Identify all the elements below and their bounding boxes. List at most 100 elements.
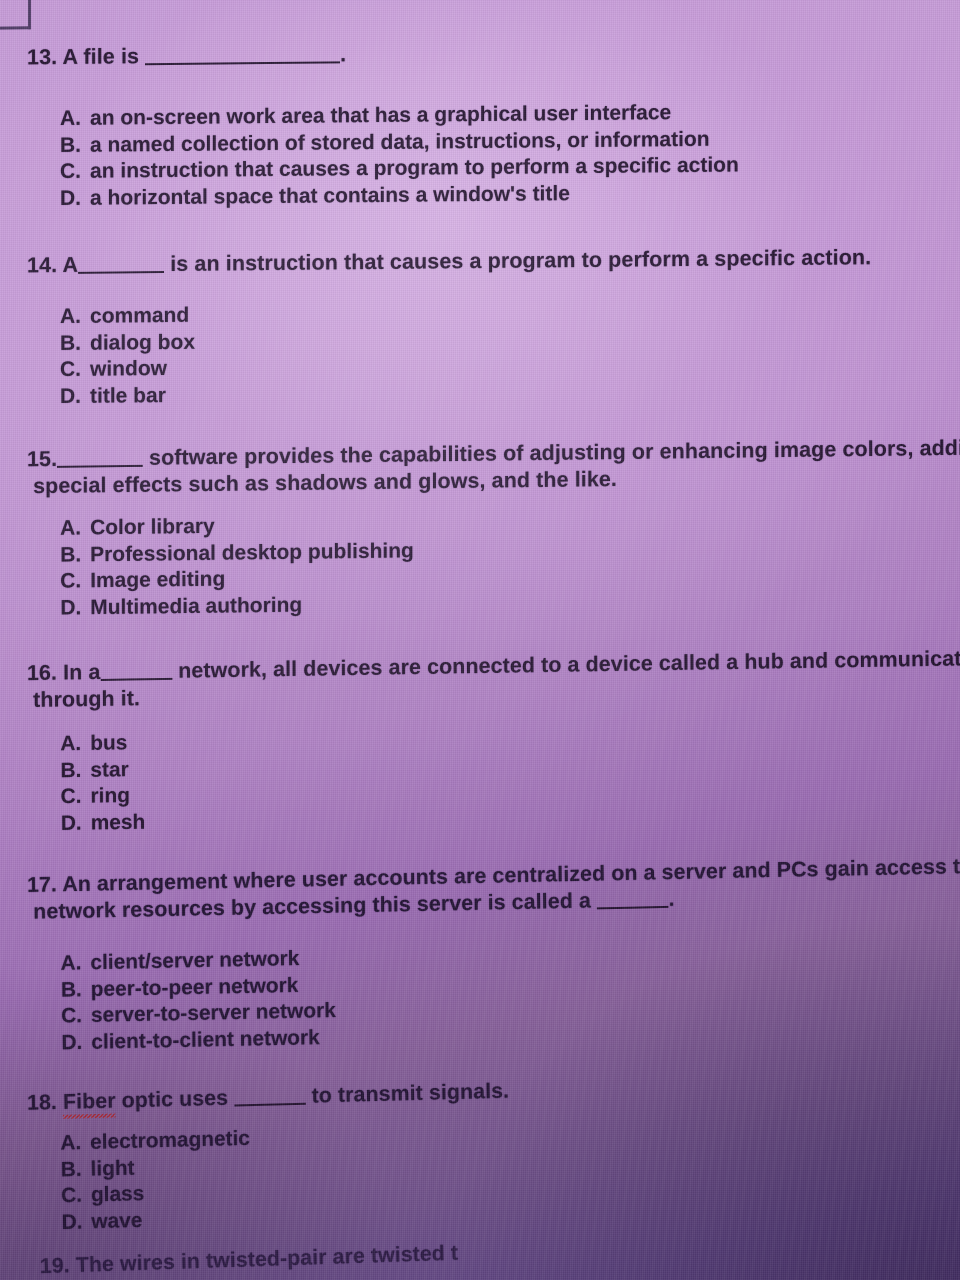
option-b-text: dialog box [90, 330, 196, 355]
option-b-label: B. [60, 977, 82, 1002]
quiz-document: 13. A file is . A. an on-screen work area… [0, 0, 960, 1280]
question-14-number: 14. [27, 253, 58, 278]
question-16: 16. In a network, all devices are connec… [0, 645, 960, 834]
option-d-text: mesh [90, 810, 146, 834]
question-18-stem-text: optic uses [121, 1085, 229, 1113]
option-d-label: D. [60, 384, 82, 408]
option-d[interactable]: D. mesh [61, 809, 146, 837]
option-c-label: C. [60, 569, 82, 593]
option-c-text: window [90, 356, 168, 381]
option-b-text: Professional desktop publishing [90, 538, 414, 566]
option-d-label: D. [60, 186, 82, 210]
option-d[interactable]: D. wave [61, 1205, 251, 1236]
option-d-label: D. [61, 1210, 83, 1234]
option-c[interactable]: C. window [60, 356, 195, 384]
option-c-label: C. [61, 1004, 83, 1028]
option-a-label: A. [60, 732, 82, 756]
option-d[interactable]: D. client-to-client network [61, 1024, 336, 1056]
question-13-stem: 13. A file is . [0, 35, 960, 72]
question-14-stem-tail: is an instruction that causes a program … [170, 245, 872, 276]
option-b-label: B. [60, 133, 82, 157]
option-b-text: peer-to-peer network [90, 973, 299, 1001]
question-15-number: 15. [26, 446, 58, 472]
option-a-label: A. [60, 516, 82, 540]
option-a-label: A. [60, 304, 82, 329]
question-14-blank[interactable] [78, 255, 165, 274]
option-b[interactable]: B. star [60, 756, 145, 784]
option-d-text: Multimedia authoring [90, 593, 303, 619]
question-17-options: A. client/server network B. peer-to-peer n… [60, 945, 336, 1056]
question-18-blank[interactable] [234, 1086, 306, 1107]
question-18-options: A. electromagnetic B. light C. glass D. wave [60, 1126, 251, 1236]
option-d-label: D. [61, 1030, 83, 1054]
question-17-blank[interactable] [596, 890, 669, 910]
question-19-number: 19. [39, 1253, 71, 1279]
spellcheck-flagged-word: Fiber [62, 1088, 116, 1114]
question-18-stem: 18. Fiber optic uses to transmit signals… [0, 1065, 960, 1117]
option-c-text: an instruction that causes a program to … [90, 153, 739, 183]
question-15: 15. software provides the capabilities o… [0, 434, 960, 619]
option-a[interactable]: A. bus [60, 730, 145, 758]
question-14: 14. A is an instruction that causes a pr… [0, 243, 960, 407]
question-15-options: A. Color library B. Professional desktop p… [60, 511, 414, 621]
option-b[interactable]: B. dialog box [60, 329, 195, 357]
question-16-stem-text: In a [63, 660, 101, 685]
option-d-text: title bar [90, 383, 166, 408]
option-c-label: C. [60, 784, 82, 809]
option-c-label: C. [61, 1183, 83, 1208]
option-b[interactable]: B. Professional desktop publishing [60, 538, 414, 569]
option-d[interactable]: D. title bar [60, 382, 195, 410]
question-14-stem: 14. A is an instruction that causes a pr… [0, 243, 960, 280]
option-c-text: Image editing [90, 567, 226, 593]
question-18: 18. Fiber optic uses to transmit signals… [0, 1065, 960, 1234]
question-16-blank[interactable] [100, 661, 173, 681]
option-b-text: light [90, 1156, 135, 1181]
option-c-text: glass [90, 1182, 145, 1207]
option-d-label: D. [60, 811, 82, 835]
option-a-text: Color library [90, 514, 215, 540]
question-16-options: A. bus B. star C. ring D. mesh [60, 730, 145, 837]
option-a-text: bus [90, 731, 128, 755]
question-16-number: 16. [26, 660, 58, 686]
question-14-stem-text: A [62, 252, 79, 277]
option-c-label: C. [60, 159, 82, 184]
option-b-label: B. [60, 1157, 82, 1181]
option-b-label: B. [60, 542, 82, 567]
question-17-stem-line2-tail: . [668, 886, 675, 911]
option-d-text: client-to-client network [91, 1025, 320, 1054]
option-b-text: a named collection of stored data, instr… [90, 127, 710, 157]
option-d[interactable]: D. Multimedia authoring [60, 591, 414, 622]
question-13-blank[interactable] [145, 45, 341, 66]
page-corner-bracket [0, 0, 32, 30]
option-a-text: client/server network [90, 947, 300, 975]
question-17: 17. An arrangement where user accounts a… [0, 852, 960, 1054]
option-c-text: ring [90, 784, 131, 808]
question-17-number: 17. [26, 872, 58, 897]
question-15-blank[interactable] [57, 448, 143, 468]
option-a-text: electromagnetic [89, 1126, 251, 1154]
option-a[interactable]: A. electromagnetic [60, 1126, 250, 1157]
option-d-text: wave [91, 1208, 143, 1233]
option-a-text: an on-screen work area that has a graphi… [90, 101, 672, 130]
option-b-text: star [90, 757, 129, 782]
photographed-screen: 13. A file is . A. an on-screen work area… [0, 0, 960, 1280]
option-c-text: server-to-server network [90, 999, 336, 1027]
question-13-options: A. an on-screen work area that has a grap… [60, 99, 739, 212]
question-18-stem-tail: to transmit signals. [311, 1078, 510, 1108]
option-a-label: A. [60, 106, 82, 131]
question-19-stem-text: The wires in twisted-pair are twisted t [75, 1240, 459, 1277]
option-d-text: a horizontal space that contains a windo… [90, 181, 570, 210]
option-a-label: A. [60, 951, 82, 975]
option-b-label: B. [60, 331, 82, 355]
question-13: 13. A file is . A. an on-screen work area… [0, 35, 960, 209]
option-d-label: D. [60, 595, 82, 620]
option-a-label: A. [60, 1131, 82, 1155]
option-c[interactable]: C. ring [61, 783, 146, 811]
option-a[interactable]: A. command [60, 303, 195, 331]
option-a-text: command [90, 303, 190, 328]
question-14-options: A. command B. dialog box C. window D. title … [60, 303, 195, 410]
question-13-stem-tail: . [340, 42, 347, 67]
option-b-label: B. [60, 758, 82, 782]
option-c-label: C. [60, 357, 82, 382]
question-18-number: 18. [26, 1090, 58, 1115]
